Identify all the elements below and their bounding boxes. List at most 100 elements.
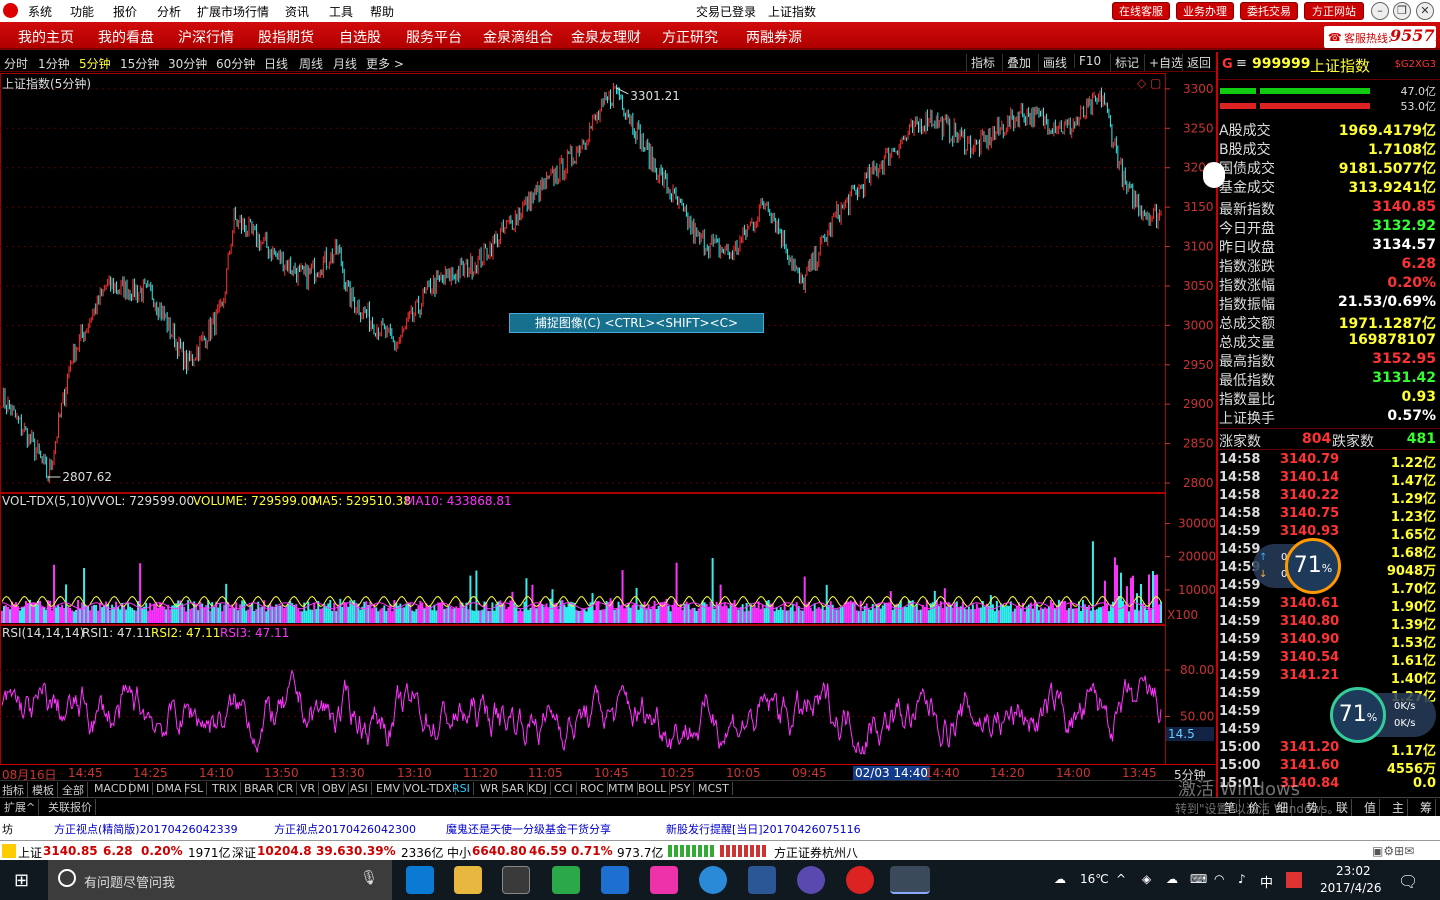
indicator-tab-roc[interactable]: ROC <box>580 782 608 795</box>
period-60min[interactable]: 60分钟 <box>216 55 255 72</box>
nav-home[interactable]: 我的主页 <box>18 27 74 47</box>
indicator-tab-obv[interactable]: OBV <box>322 782 350 795</box>
minimize-icon[interactable]: – <box>1371 2 1389 20</box>
sogou-icon[interactable] <box>1286 872 1302 888</box>
indicator-tab-vol-tdx[interactable]: VOL-TDX <box>404 782 456 795</box>
cortana-search[interactable]: 有问题尽管问我 🎙 <box>48 860 392 900</box>
indicator-tab-cci[interactable]: CCI <box>554 782 577 795</box>
main-price-chart[interactable]: 3300 3250 3200 3150 3100 3050 3000 2950 2900 2850… <box>0 73 1215 493</box>
ext-tab-expand[interactable]: 扩展^ <box>4 799 40 815</box>
indicator-tab-rsi[interactable]: RSI <box>452 782 474 795</box>
nav-market[interactable]: 沪深行情 <box>178 27 234 47</box>
clock-date[interactable]: 2017/4/26 <box>1320 881 1382 895</box>
nav-research[interactable]: 方正研究 <box>662 27 718 47</box>
period-month[interactable]: 月线 <box>333 55 357 72</box>
tray-expand-icon[interactable]: ^ <box>1116 872 1126 886</box>
indicator-tab-模板[interactable]: 模板 <box>32 782 58 798</box>
notification-icon[interactable]: 🗨 <box>1398 872 1418 891</box>
indicator-tab-psy[interactable]: PSY <box>670 782 695 795</box>
business-button[interactable]: 业务办理 <box>1176 2 1234 20</box>
news-item-1[interactable]: 方正视点(精简版)20170426042339 <box>54 821 238 837</box>
volume-icon[interactable]: ♪ <box>1238 872 1246 886</box>
volume-chart[interactable]: 30000 20000 10000 X100 VOL-TDX(5,10) VVOL: … <box>0 493 1216 625</box>
online-service-button[interactable]: 在线客服 <box>1112 2 1170 20</box>
news-item-3[interactable]: 魔鬼还是天使一分级基金干货分享 <box>446 821 611 837</box>
pinwheel-icon[interactable] <box>650 866 678 894</box>
network-speed-widget-1[interactable]: ↑ ↓ 0K/s 0K/s 71% <box>1253 538 1341 594</box>
indicator-tab-boll[interactable]: BOLL <box>638 782 671 795</box>
indicator-tab-macd[interactable]: MACD <box>94 782 131 795</box>
indicator-tab-brar[interactable]: BRAR <box>244 782 278 795</box>
indicator-tab-vr[interactable]: VR <box>300 782 320 795</box>
rsi-chart[interactable]: 80.00 50.00 14.5 RSI(14,14,14) RSI1: 47.11… <box>0 625 1215 765</box>
ie-icon[interactable] <box>601 866 629 894</box>
tool-mark[interactable]: 标记 <box>1110 54 1139 71</box>
menu-tools[interactable]: 工具 <box>329 3 353 20</box>
detail-tab-5[interactable]: 值 <box>1364 799 1381 816</box>
stock-app-icon[interactable] <box>890 866 930 894</box>
tool-back[interactable]: 返回 <box>1182 54 1211 71</box>
period-5min[interactable]: 5分钟 <box>79 55 111 72</box>
indicator-tab-wr[interactable]: WR <box>480 782 503 795</box>
clock-time[interactable]: 23:02 <box>1336 864 1371 878</box>
indicator-tab-mtm[interactable]: MTM <box>608 782 638 795</box>
nav-futures[interactable]: 股指期货 <box>258 27 314 47</box>
microphone-icon[interactable]: 🎙 <box>360 870 378 886</box>
rsi-chart-svg[interactable]: 80.00 50.00 14.5 <box>0 625 1215 765</box>
trade-button[interactable]: 委托交易 <box>1240 2 1298 20</box>
menu-extended-market[interactable]: 扩展市场行情 <box>197 3 269 20</box>
list-icon[interactable]: ≡ <box>1236 56 1247 71</box>
indicator-tab-dma[interactable]: DMA <box>156 782 186 795</box>
tool-add-watch[interactable]: +自选 <box>1144 54 1183 71</box>
menu-help[interactable]: 帮助 <box>370 3 394 20</box>
period-tick[interactable]: 分时 <box>4 55 28 72</box>
start-icon[interactable]: ⊞ <box>14 870 29 891</box>
period-more[interactable]: 更多 > <box>366 55 404 72</box>
indicator-tab-mcst[interactable]: MCST <box>698 782 733 795</box>
app-purple-icon[interactable] <box>797 866 825 894</box>
indicator-tab-fsl[interactable]: FSL <box>184 782 208 795</box>
nav-portfolio[interactable]: 金泉滴组合 <box>483 27 553 47</box>
store-icon[interactable] <box>502 866 530 894</box>
tool-indicator[interactable]: 指标 <box>966 54 995 71</box>
indicator-tab-dmi[interactable]: DMI <box>128 782 154 795</box>
menu-analysis[interactable]: 分析 <box>157 3 181 20</box>
indicator-tab-sar[interactable]: SAR <box>502 782 529 795</box>
tool-f10[interactable]: F10 <box>1074 54 1101 68</box>
status-tools-icon[interactable]: ▣⚙⊞✉ <box>1372 844 1414 858</box>
indicator-tab-全部[interactable]: 全部 <box>62 782 88 798</box>
browser-icon[interactable] <box>699 866 727 894</box>
nav-service[interactable]: 服务平台 <box>406 27 462 47</box>
nav-my-board[interactable]: 我的看盘 <box>98 27 154 47</box>
volume-chart-svg[interactable]: 30000 20000 10000 X100 <box>0 493 1216 625</box>
restore-icon[interactable]: ❐ <box>1393 2 1411 20</box>
detail-tab-7[interactable]: 筹 <box>1420 799 1437 816</box>
price-chart-svg[interactable]: 3300325032003150310030503000295029002850… <box>0 73 1215 493</box>
chart-settings-icon[interactable]: ◇ ▢ <box>1137 76 1161 90</box>
wifi-icon[interactable]: ◠ <box>1214 872 1224 886</box>
edge-icon[interactable] <box>406 866 434 894</box>
file-explorer-icon[interactable] <box>454 866 482 894</box>
indicator-tab-kdj[interactable]: KDJ <box>528 782 551 795</box>
tool-overlay[interactable]: 叠加 <box>1002 54 1031 71</box>
news-item-2[interactable]: 方正视点20170426042300 <box>274 821 416 837</box>
news-item-4[interactable]: 新股发行提醒[当日]20170426075116 <box>666 821 861 837</box>
weibo-icon[interactable] <box>846 866 874 894</box>
menu-news[interactable]: 资讯 <box>285 3 309 20</box>
indicator-tab-emv[interactable]: EMV <box>376 782 404 795</box>
period-15min[interactable]: 15分钟 <box>120 55 159 72</box>
period-30min[interactable]: 30分钟 <box>168 55 207 72</box>
detail-tab-6[interactable]: 主 <box>1392 799 1409 816</box>
ext-tab-related[interactable]: 关联报价 <box>48 799 96 815</box>
website-button[interactable]: 方正网站 <box>1304 2 1364 20</box>
menu-system[interactable]: 系统 <box>28 3 52 20</box>
indicator-tab-asi[interactable]: ASI <box>350 782 372 795</box>
indicator-tab-cr[interactable]: CR <box>278 782 298 795</box>
period-1min[interactable]: 1分钟 <box>38 55 70 72</box>
network-speed-widget-2[interactable]: 71% 0K/s 0K/s <box>1330 687 1436 743</box>
nav-margin[interactable]: 两融券源 <box>746 27 802 47</box>
indicator-tab-trix[interactable]: TRIX <box>212 782 242 795</box>
security-icon[interactable]: ◈ <box>1142 872 1151 886</box>
app-green-icon[interactable] <box>552 866 580 894</box>
close-icon[interactable]: ✕ <box>1416 2 1434 20</box>
